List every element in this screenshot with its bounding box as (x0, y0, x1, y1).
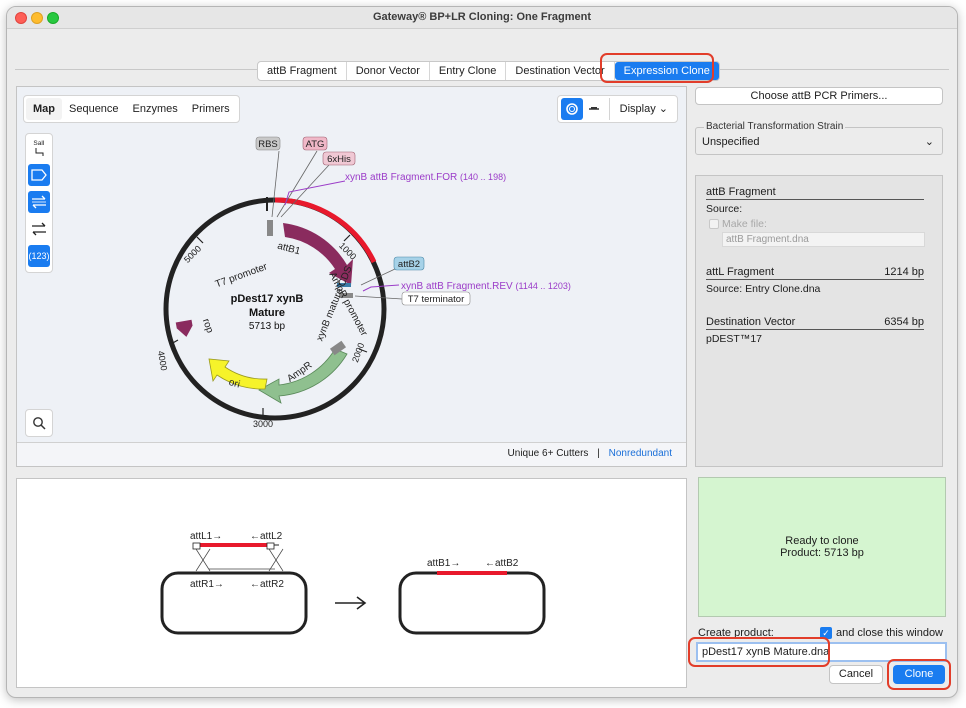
dest-size: 6354 bp (884, 316, 924, 328)
attl2-label: ←attL2 (250, 531, 283, 542)
plasmid-size: 5713 bp (249, 321, 286, 332)
attb1-product-label: attB1→ (427, 558, 460, 569)
attl-size: 1214 bp (884, 266, 924, 278)
rev-primer-name: xynB attB Fragment.REV (401, 281, 513, 292)
create-product-label: Create product: (698, 627, 774, 639)
tab-attb-fragment[interactable]: attB Fragment (258, 62, 347, 80)
cancel-button[interactable]: Cancel (829, 665, 883, 684)
his-label: 6xHis (327, 154, 351, 165)
for-primer-label: xynB attB Fragment.FOR (140 .. 198) (345, 172, 506, 183)
plasmid-name-line2: Mature (249, 307, 285, 319)
tab-entry-clone[interactable]: Entry Clone (430, 62, 507, 80)
ori-label: ori (227, 377, 241, 391)
for-primer-name: xynB attB Fragment.FOR (345, 172, 457, 183)
tick-4000: 4000 (156, 350, 169, 371)
attb-fragment-heading: attB Fragment (706, 186, 924, 200)
tab-destination-vector[interactable]: Destination Vector (506, 62, 615, 80)
for-primer-range: (140 .. 198) (460, 172, 506, 182)
attr2-label: ←attR2 (250, 579, 284, 590)
map-footer: Unique 6+ Cutters | Nonredundant (17, 442, 686, 466)
window-title: Gateway® BP+LR Cloning: One Fragment (372, 11, 592, 23)
attl-title: attL Fragment (706, 266, 775, 278)
tab-expression-clone[interactable]: Expression Clone (614, 62, 719, 80)
ready-status-panel: Ready to clone Product: 5713 bp (698, 477, 946, 617)
footer-separator: | (597, 448, 600, 459)
product-size-text: Product: 5713 bp (780, 547, 864, 559)
chevron-down-icon: ⌄ (924, 136, 934, 148)
t7-promoter-label: T7 promoter (214, 261, 270, 290)
attl-fragment-heading: attL Fragment 1214 bp (706, 266, 924, 280)
attl-source: Source: Entry Clone.dna (706, 283, 821, 295)
rev-primer-label: xynB attB Fragment.REV (1144 .. 1203) (401, 281, 571, 292)
app-window: Gateway® BP+LR Cloning: One Fragment att… (6, 6, 958, 698)
t7-terminator-label: T7 terminator (408, 294, 465, 305)
cloning-diagram-panel: attL1→ ←attL2 attR1→ ←attR2 attB1→ ←attB… (16, 478, 687, 688)
attb2-product-label: ←attB2 (485, 558, 519, 569)
title-bar: Gateway® BP+LR Cloning: One Fragment (7, 7, 957, 29)
make-file-checkbox[interactable] (709, 219, 719, 229)
tick-3000: 3000 (253, 419, 273, 429)
plasmid-name-line1: pDest17 xynB (231, 293, 304, 305)
attr1-label: attR1→ (190, 579, 224, 590)
destination-heading: Destination Vector 6354 bp (706, 316, 924, 330)
close-window-label: and close this window (836, 627, 944, 639)
tick-2000: 2000 (350, 341, 366, 363)
dest-title: Destination Vector (706, 316, 796, 328)
atg-label: ATG (306, 139, 325, 150)
attl1-label: attL1→ (190, 531, 222, 542)
close-window-checkbox[interactable]: ✓ (820, 627, 832, 639)
destination-vector-shape (160, 571, 308, 635)
make-file-label: Make file: (722, 218, 767, 230)
attb1-label: attB1 (276, 241, 302, 258)
cutters-filter[interactable]: Unique 6+ Cutters (508, 448, 589, 459)
rbs-label: RBS (258, 139, 278, 150)
rop-label: rop (200, 317, 215, 335)
choose-primers-button[interactable]: Choose attB PCR Primers... (695, 87, 943, 105)
product-name-input[interactable]: pDest17 xynB Mature.dna (696, 642, 947, 662)
strain-group: Bacterial Transformation Strain Unspecif… (695, 121, 943, 155)
strain-select[interactable]: Unspecified ⌄ (702, 136, 936, 148)
make-file-input[interactable]: attB Fragment.dna (722, 232, 925, 247)
ready-text: Ready to clone (785, 535, 859, 547)
rop-feature (175, 319, 193, 337)
attb-source-label: Source: (706, 203, 743, 215)
strain-legend: Bacterial Transformation Strain (704, 121, 846, 132)
expression-clone-shape (398, 571, 546, 635)
reaction-arrow (335, 596, 367, 610)
map-panel: Map Sequence Enzymes Primers Display ⌄ S… (16, 86, 687, 467)
rev-primer-range: (1144 .. 1203) (516, 281, 571, 291)
tab-donor-vector[interactable]: Donor Vector (347, 62, 430, 80)
plasmid-map[interactable]: 1000 2000 3000 4000 5000 attB1 T7 promot… (17, 87, 688, 442)
step-tabs: attB Fragment Donor Vector Entry Clone D… (257, 61, 720, 81)
attb1-site (267, 220, 273, 236)
attb-title: attB Fragment (706, 186, 776, 198)
clone-button[interactable]: Clone (893, 665, 945, 684)
lr-reaction-diagram: attL1→ ←attL2 attR1→ ←attR2 attB1→ ←attB… (160, 531, 546, 635)
nonredundant-link[interactable]: Nonredundant (609, 448, 672, 459)
attb2-label: attB2 (398, 259, 420, 270)
fragment-info-panel: attB Fragment Source: Make file: attB Fr… (695, 175, 943, 467)
strain-value: Unspecified (702, 136, 760, 148)
dest-name: pDEST™17 (706, 333, 763, 345)
